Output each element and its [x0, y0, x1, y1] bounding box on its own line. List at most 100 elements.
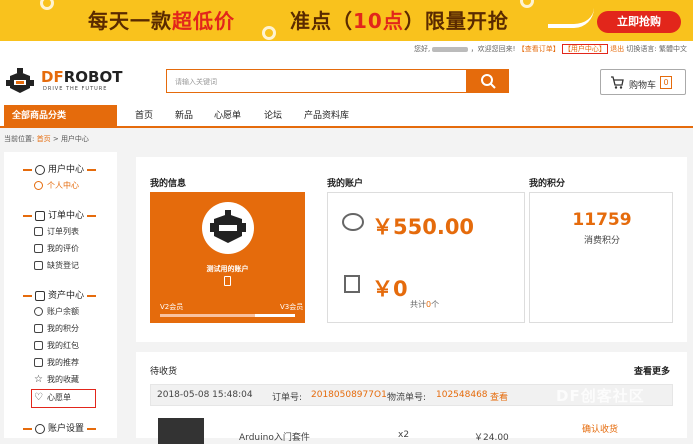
- avatar[interactable]: [202, 202, 254, 254]
- brand-name: DFROBOT: [41, 68, 123, 86]
- thumbs-up-icon: [34, 358, 43, 367]
- breadcrumb-separator: >: [52, 135, 59, 143]
- gear-icon: [35, 423, 45, 434]
- product-price: ￥24.00: [474, 433, 509, 443]
- language-switch-link[interactable]: 繁體中文: [659, 45, 687, 53]
- account-balance[interactable]: ￥550.00: [372, 211, 474, 241]
- language-label: 切换语言:: [626, 45, 657, 53]
- breadcrumb-prefix: 当前位置:: [4, 135, 35, 143]
- order-datetime: 2018-05-08 15:48:04: [157, 390, 253, 400]
- confirm-receipt-button[interactable]: 确认收货: [582, 422, 618, 435]
- sidebar-section-account-settings: 账户设置: [20, 421, 99, 434]
- red-packet-amount[interactable]: ￥0: [372, 273, 408, 303]
- view-orders-link[interactable]: 【查看订单】: [518, 45, 560, 53]
- comment-icon: [34, 244, 43, 253]
- robot-avatar-icon: [210, 210, 246, 243]
- user-center-link[interactable]: 【用户中心】: [561, 44, 608, 54]
- product-thumbnail[interactable]: [158, 418, 204, 444]
- view-more-link[interactable]: 查看更多: [634, 364, 670, 377]
- sidebar-section-asset-center: 资产中心: [20, 288, 99, 301]
- buy-now-button[interactable]: 立即抢购: [597, 11, 681, 33]
- phone-icon: [224, 276, 231, 286]
- sidebar-item-my-referrals[interactable]: 我的推荐: [34, 357, 79, 368]
- cart-icon: [611, 76, 624, 89]
- nav-item-wishlist[interactable]: 心愿单: [214, 105, 241, 127]
- logout-link[interactable]: 退出: [610, 45, 624, 53]
- level-progress-fill: [160, 314, 255, 317]
- sidebar-section-order-center: 订单中心: [20, 208, 99, 221]
- dashboard-panel: 我的信息 我的账户 我的积分 测试用的账户 V2会员 V3会员 ￥550.00 …: [136, 157, 687, 342]
- register-icon: [34, 261, 43, 270]
- sidebar: 用户中心 个人中心 订单中心 订单列表 我的评价 缺货登记 资产中心 账户余额 …: [4, 152, 117, 438]
- nav-item-product-library[interactable]: 产品资料库: [304, 105, 349, 127]
- arrow-decor: [548, 8, 594, 28]
- cart-count-badge: 0: [660, 76, 672, 89]
- sidebar-item-order-list[interactable]: 订单列表: [34, 226, 79, 237]
- all-categories-button[interactable]: 全部商品分类: [4, 105, 117, 128]
- nav-item-home[interactable]: 首页: [135, 105, 153, 127]
- wallet-icon: [35, 290, 45, 301]
- order-icon: [35, 210, 45, 221]
- red-packet-icon: [34, 341, 43, 350]
- search-icon: [481, 74, 496, 89]
- nav-item-new[interactable]: 新品: [175, 105, 193, 127]
- search-button[interactable]: [467, 69, 509, 93]
- banner-slogan-2: 准点（10点）限量开抢: [290, 9, 509, 33]
- product-name[interactable]: Arduino入门套件: [239, 430, 310, 443]
- username: 测试用的账户: [206, 265, 249, 273]
- red-packet-icon: [344, 275, 360, 293]
- wishlist-highlight-box: [31, 389, 96, 408]
- logistics-label: 物流单号:: [387, 393, 427, 403]
- nav-item-forum[interactable]: 论坛: [264, 105, 282, 127]
- pending-receipt-title: 待收货: [150, 367, 178, 377]
- order-number[interactable]: 20180508977O1: [311, 390, 387, 400]
- search-input[interactable]: 请输入关键词: [166, 69, 467, 93]
- brand-tagline: DRIVE THE FUTURE: [43, 86, 108, 92]
- promo-banner[interactable]: 每天一款超低价 准点（10点）限量开抢 立即抢购: [0, 0, 693, 41]
- sidebar-item-stockout-registration[interactable]: 缺货登记: [34, 260, 79, 271]
- robot-logo-icon: [6, 68, 34, 93]
- banner-slogan: 每天一款超低价: [88, 9, 235, 33]
- header: DFROBOT DRIVE THE FUTURE 请输入关键词 购物车 0: [0, 57, 693, 105]
- my-points-card: 11759 消费积分: [529, 192, 673, 323]
- view-logistics-link[interactable]: 查看: [490, 390, 508, 403]
- sidebar-section-user-center: 用户中心: [20, 162, 99, 175]
- watermark: DF创客社区: [556, 387, 645, 405]
- sidebar-item-personal-center[interactable]: 个人中心: [34, 180, 79, 191]
- logistics-number: 102548468: [436, 390, 488, 400]
- my-account-title: 我的账户: [327, 179, 364, 189]
- user-icon: [35, 164, 45, 175]
- my-info-title: 我的信息: [150, 179, 187, 189]
- balance-icon: [34, 307, 43, 316]
- dfrobot-logo[interactable]: DFROBOT DRIVE THE FUTURE: [6, 67, 130, 97]
- breadcrumb: 当前位置: 首页 > 用户中心: [4, 134, 89, 144]
- sidebar-item-my-reviews[interactable]: 我的评价: [34, 243, 79, 254]
- sidebar-item-my-favorites[interactable]: ☆ 我的收藏: [34, 374, 79, 385]
- main-nav: 全部商品分类 首页 新品 心愿单 论坛 产品资料库: [0, 105, 693, 128]
- coins-icon: [342, 213, 364, 231]
- my-account-card: ￥550.00 ￥0 共计0个: [327, 192, 525, 323]
- breadcrumb-home-link[interactable]: 首页: [37, 135, 51, 143]
- red-packet-total: 共计0个: [410, 300, 440, 309]
- decor-circle: [40, 0, 54, 10]
- level-progress-bar: [160, 314, 295, 317]
- points-value[interactable]: 11759: [530, 210, 674, 230]
- sidebar-item-account-balance[interactable]: 账户余额: [34, 306, 79, 317]
- points-label: 消费积分: [583, 236, 620, 246]
- decor-circle: [262, 26, 276, 40]
- product-quantity: x2: [398, 430, 410, 440]
- cart-label: 购物车: [629, 81, 657, 91]
- top-links-bar: 您好, ，欢迎您回来! 【查看订单】 【用户中心】 退出 切换语言: 繁體中文: [0, 41, 693, 57]
- list-icon: [34, 227, 43, 236]
- current-level: V2会员: [160, 303, 184, 311]
- decor-circle: [520, 0, 534, 8]
- sidebar-item-my-points[interactable]: 我的积分: [34, 323, 79, 334]
- next-level: V3会员: [280, 303, 304, 311]
- breadcrumb-current: 用户中心: [60, 135, 89, 143]
- search-placeholder: 请输入关键词: [175, 78, 217, 86]
- welcome-text: ，欢迎您回来!: [470, 45, 516, 53]
- cart-button[interactable]: 购物车 0: [600, 69, 686, 95]
- star-icon: ☆: [34, 374, 43, 385]
- sidebar-item-my-red-packets[interactable]: 我的红包: [34, 340, 79, 351]
- points-icon: [34, 324, 43, 333]
